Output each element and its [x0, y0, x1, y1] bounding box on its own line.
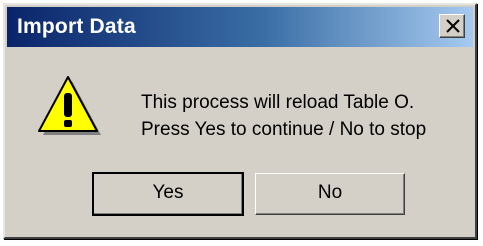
dialog-title: Import Data — [17, 15, 136, 38]
close-button[interactable] — [439, 14, 465, 38]
no-button[interactable]: No — [255, 173, 405, 215]
title-bar[interactable]: Import Data — [7, 7, 473, 47]
message-line-1: This process will reload Table O. — [141, 92, 415, 113]
close-icon — [446, 19, 460, 33]
message-line-2: Press Yes to continue / No to stop — [141, 119, 427, 140]
dialog-message: This process will reload Table O. Press … — [141, 89, 426, 143]
yes-button[interactable]: Yes — [92, 172, 244, 216]
warning-icon — [38, 76, 101, 135]
import-data-dialog: Import Data This process will reload Tab… — [3, 3, 477, 239]
